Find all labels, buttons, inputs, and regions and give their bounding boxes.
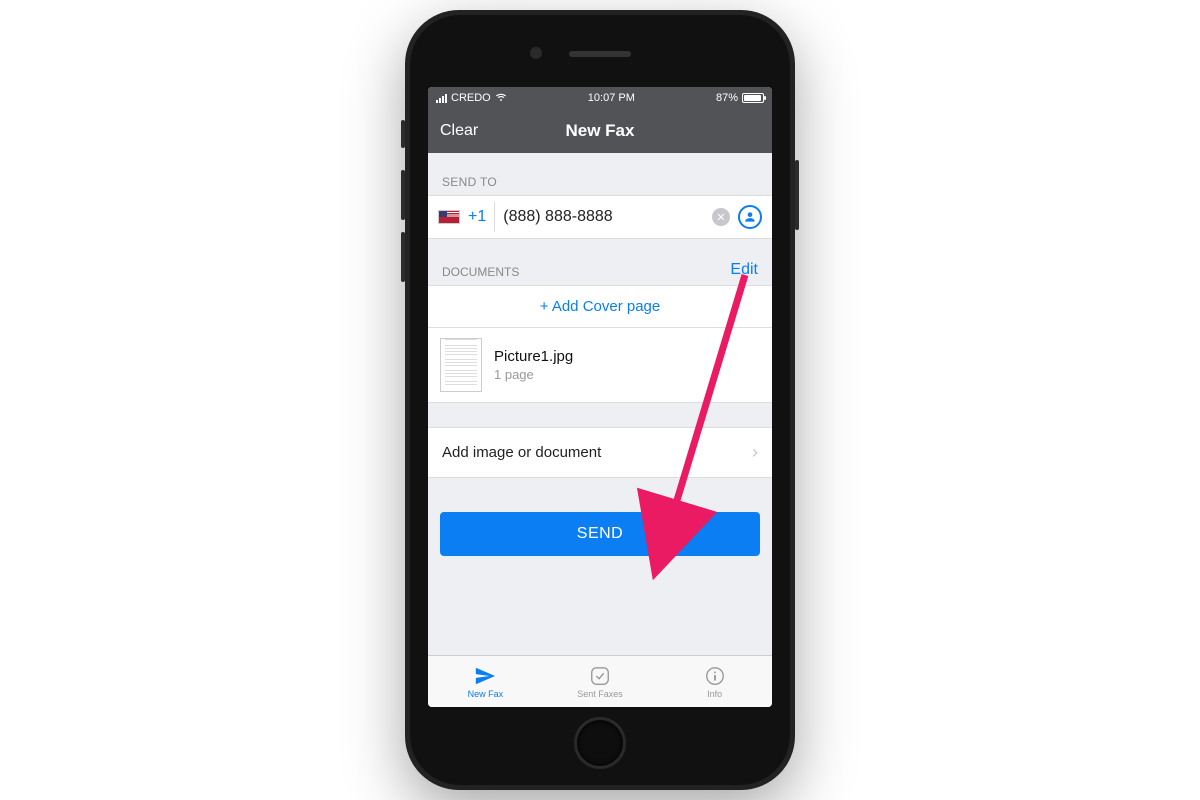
tab-info[interactable]: Info: [657, 656, 772, 707]
document-thumbnail: [440, 338, 482, 392]
nav-bar: Clear New Fax: [428, 109, 772, 153]
silent-switch: [401, 120, 405, 148]
tab-label: Info: [707, 689, 722, 699]
tab-sent-faxes[interactable]: Sent Faxes: [543, 656, 658, 707]
divider: [494, 202, 495, 232]
info-icon: [704, 665, 726, 687]
battery-icon: [742, 93, 764, 103]
status-bar: CREDO 10:07 PM 87%: [428, 87, 772, 109]
fax-number-input[interactable]: (888) 888-8888: [503, 208, 704, 226]
tab-bar: New Fax Sent Faxes Info: [428, 655, 772, 707]
send-to-row: +1 (888) 888-8888 ✕: [428, 195, 772, 239]
documents-header: DOCUMENTS Edit: [428, 239, 772, 285]
wifi-icon: [495, 93, 507, 103]
send-button[interactable]: SEND: [440, 512, 760, 556]
power-button: [795, 160, 799, 230]
page-title: New Fax: [566, 121, 635, 141]
clear-button[interactable]: Clear: [440, 122, 478, 140]
document-name: Picture1.jpg: [494, 348, 573, 365]
contacts-icon[interactable]: [738, 205, 762, 229]
clear-number-icon[interactable]: ✕: [712, 208, 730, 226]
documents-label: DOCUMENTS: [442, 265, 519, 279]
front-camera: [530, 47, 542, 59]
screen: CREDO 10:07 PM 87% Clear New Fax SEND TO…: [428, 87, 772, 707]
signal-bars-icon: [436, 93, 447, 103]
send-to-label: SEND TO: [428, 153, 772, 195]
check-icon: [589, 665, 611, 687]
document-page-count: 1 page: [494, 367, 573, 382]
home-button[interactable]: [574, 717, 626, 769]
volume-up-button: [401, 170, 405, 220]
tab-label: New Fax: [468, 689, 504, 699]
clock-label: 10:07 PM: [588, 92, 635, 104]
country-code[interactable]: +1: [468, 208, 486, 226]
tab-label: Sent Faxes: [577, 689, 623, 699]
volume-down-button: [401, 232, 405, 282]
battery-pct-label: 87%: [716, 92, 738, 104]
carrier-label: CREDO: [451, 92, 491, 104]
add-document-button[interactable]: Add image or document ›: [428, 427, 772, 478]
phone-frame: CREDO 10:07 PM 87% Clear New Fax SEND TO…: [405, 10, 795, 790]
chevron-right-icon: ›: [752, 442, 758, 463]
document-row[interactable]: Picture1.jpg 1 page: [428, 328, 772, 403]
content-area: SEND TO +1 (888) 888-8888 ✕ DOCUMENTS Ed…: [428, 153, 772, 655]
add-cover-page-button[interactable]: + Add Cover page: [428, 285, 772, 328]
send-icon: [474, 665, 496, 687]
edit-button[interactable]: Edit: [730, 261, 758, 279]
flag-icon[interactable]: [438, 210, 460, 224]
add-document-label: Add image or document: [442, 444, 601, 461]
tab-new-fax[interactable]: New Fax: [428, 656, 543, 707]
speaker-grille: [569, 51, 631, 57]
